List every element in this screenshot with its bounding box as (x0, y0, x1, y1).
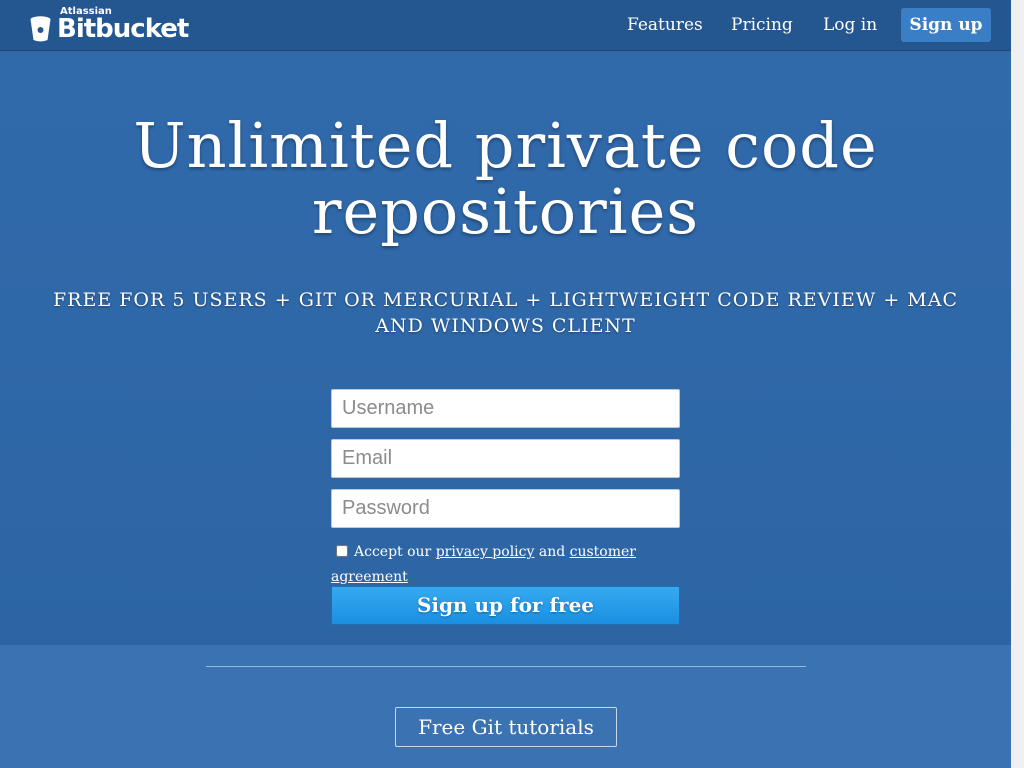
accept-prefix-text: Accept our (354, 544, 432, 560)
header-signup-button[interactable]: Sign up (901, 8, 991, 42)
privacy-policy-link[interactable]: privacy policy (436, 544, 535, 560)
nav-login-link[interactable]: Log in (823, 14, 877, 36)
nav-pricing-link[interactable]: Pricing (731, 14, 793, 36)
hero-headline: Unlimited private code repositories (133, 109, 878, 248)
username-input[interactable] (331, 389, 680, 428)
accept-terms-checkbox[interactable] (336, 545, 348, 557)
git-tutorials-button[interactable]: Free Git tutorials (395, 707, 617, 747)
bitbucket-wordmark: Bitbucket (57, 14, 189, 44)
lower-section: Free Git tutorials (0, 645, 1011, 768)
divider (206, 666, 806, 667)
feature-list: FREE FOR 5 USERS + GIT OR MERCURIAL + LI… (52, 289, 959, 337)
nav-features-link[interactable]: Features (627, 14, 703, 36)
page-scrollbar[interactable] (1011, 0, 1024, 768)
accept-terms: Accept our privacy policy and customer a… (331, 540, 681, 590)
email-input[interactable] (331, 439, 680, 478)
top-header: Atlassian Bitbucket Features Pricing Log… (0, 0, 1011, 51)
bucket-icon (30, 16, 51, 42)
signup-free-button[interactable]: Sign up for free (331, 586, 680, 625)
password-input[interactable] (331, 489, 680, 528)
bitbucket-logo[interactable]: Atlassian Bitbucket (30, 6, 190, 46)
accept-and-text: and (538, 544, 566, 560)
hero-section: Unlimited private code repositories FREE… (0, 51, 1011, 645)
